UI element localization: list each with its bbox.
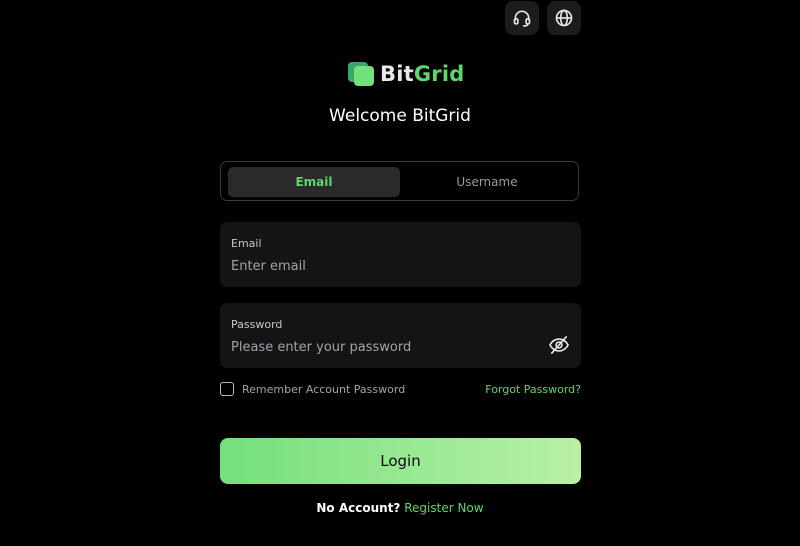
brand-name: BitGrid	[380, 62, 464, 86]
brand-name-part1: Bit	[380, 62, 414, 86]
tab-username[interactable]: Username	[401, 167, 573, 197]
headset-icon	[513, 10, 531, 27]
password-input[interactable]	[231, 337, 531, 357]
forgot-password-link[interactable]: Forgot Password?	[485, 383, 581, 396]
eye-off-icon	[549, 336, 569, 354]
tab-email[interactable]: Email	[228, 167, 400, 197]
password-label: Password	[231, 318, 283, 331]
login-method-tabs: Email Username	[220, 161, 579, 201]
register-row: No Account? Register Now	[0, 501, 800, 515]
language-button[interactable]	[547, 1, 581, 35]
register-link[interactable]: Register Now	[404, 501, 483, 515]
password-visibility-toggle[interactable]	[548, 335, 570, 355]
globe-icon	[555, 9, 573, 27]
brand-name-part2: Grid	[413, 62, 465, 86]
page-title: Welcome BitGrid	[329, 106, 471, 126]
email-input[interactable]	[231, 256, 531, 276]
brand-logo: BitGrid	[346, 58, 464, 90]
email-label: Email	[231, 237, 262, 250]
logo-mark-icon	[346, 58, 378, 90]
remember-label: Remember Account Password	[242, 382, 406, 396]
support-button[interactable]	[505, 1, 539, 35]
remember-account[interactable]: Remember Account Password	[220, 382, 405, 396]
login-page: BitGrid Welcome BitGrid Email Username E…	[0, 0, 800, 546]
remember-checkbox[interactable]	[220, 382, 234, 396]
password-field-container: Password	[220, 303, 581, 368]
email-field-container: Email	[220, 222, 581, 287]
login-button[interactable]: Login	[220, 438, 581, 484]
register-question: No Account?	[316, 501, 401, 515]
